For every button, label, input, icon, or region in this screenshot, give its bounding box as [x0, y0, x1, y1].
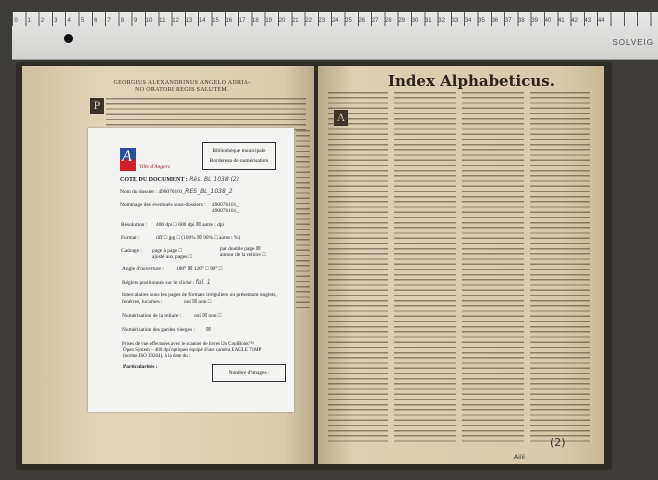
ruler-number: 28 — [385, 18, 392, 24]
digitization-form: A Ville d'Angers Bibliothèque municipale… — [88, 128, 294, 412]
format-options: tiff □ jpg □ (100% ☒ 90% □ autre : %) — [156, 235, 241, 241]
ruler-number: 1 — [27, 18, 31, 24]
index-column-1 — [328, 92, 388, 442]
intercalaires-label-2: fenêtres, lucarnes : — [122, 299, 163, 305]
index-column-2 — [394, 92, 456, 442]
ruler-number: 15 — [212, 18, 219, 24]
ruler-number: 33 — [451, 18, 459, 24]
reliure-label: Numérisation de la reliure : — [122, 313, 182, 319]
drop-cap: P — [90, 98, 104, 114]
letter-heading-line2: NO ORATORI REGIS SALUTEM. — [135, 87, 229, 93]
particularites-label: Particularités : — [123, 364, 158, 370]
form-header-box: Bibliothèque municipale Bordereau de num… — [202, 142, 276, 170]
logo-text: Ville d'Angers — [139, 164, 170, 170]
ruler-number: 35 — [478, 18, 485, 24]
ruler-number: 4 — [67, 18, 71, 24]
ruler-number: 2 — [40, 18, 45, 24]
index-column-4 — [530, 92, 590, 442]
ruler-number: 36 — [491, 18, 499, 24]
form-title: Bordereau de numérisation — [209, 158, 269, 164]
ruler-number: 7 — [107, 18, 111, 24]
ruler-number: 0 — [14, 18, 18, 24]
dossier-value: RES_BL_1038_2 — [185, 188, 233, 195]
gardes-options: ☒ — [206, 327, 211, 333]
ruler-number: 26 — [358, 18, 366, 24]
ruler-number: 13 — [185, 18, 193, 24]
ruler-number: 10 — [145, 18, 153, 24]
ruler-number: 8 — [120, 18, 125, 24]
letter-heading-line1: GEORGIUS ALEXANDRINUS ANGELO ADRIA- — [113, 80, 251, 86]
prises-line-3: (norme ISO 19264), à la date du : — [123, 354, 191, 359]
ruler-number: 44 — [597, 18, 605, 24]
ruler-number: 31 — [424, 18, 432, 24]
angle-label: Angle d'ouverture : — [122, 266, 164, 272]
ruler-number: 5 — [80, 18, 85, 24]
ruler-number: 39 — [531, 18, 539, 24]
ruler-number: 16 — [225, 18, 233, 24]
sous-dossiers-label: Nommage des éventuels sous-dossiers : — [120, 202, 206, 208]
reglets-label: Réglets positionnés sur le cliché : — [122, 280, 195, 286]
reglets-value: fol. 1 — [195, 279, 211, 286]
ruler-number: 43 — [584, 18, 592, 24]
ruler-number: 40 — [544, 18, 552, 24]
cadrage-ajuste: ajusté aux pages □ — [152, 254, 192, 260]
reliure-options: oui ☒ non □ — [194, 313, 222, 319]
nombre-images-box: Nombre d'images : — [212, 364, 286, 382]
angle-options: 180° ☒ 120° □ 90° □ — [176, 266, 223, 272]
ruler: 0 1 2 3 4 5 6 7 8 9 10 11 12 13 14 15 16 17 18 19 20 21 22 23 24… — [12, 12, 658, 60]
right-page: Index Alphabeticus. A Aiiii (2) — [318, 66, 604, 464]
ruler-number: 11 — [159, 18, 166, 24]
ruler-number: 12 — [172, 18, 179, 24]
ruler-number: 24 — [331, 18, 339, 24]
ruler-number: 41 — [557, 18, 565, 24]
ruler-number: 14 — [198, 18, 206, 24]
prises-line-2: Open System – 400 dpi optiques équipé d'… — [123, 348, 262, 353]
cadrage-label: Cadrage : — [121, 248, 142, 254]
cote-label: COTE DU DOCUMENT : — [120, 177, 188, 183]
ruler-brand: SOLVEIG — [612, 38, 654, 47]
letter-text-margin — [296, 130, 310, 310]
gardes-label: Numérisation des gardes vierges : — [122, 327, 195, 333]
ruler-number: 32 — [438, 18, 445, 24]
ruler-number: 22 — [305, 18, 312, 24]
ruler-number: 27 — [371, 18, 379, 24]
dossier-label: Nom du dossier : 490076101_ — [120, 189, 186, 195]
ruler-number: 34 — [464, 18, 472, 24]
ruler-number: 21 — [291, 18, 299, 24]
ruler-number: 6 — [94, 18, 98, 24]
resolution-label: Résolution : — [121, 222, 148, 228]
prises-line-1: Prises de vue effectuées avec le scanner… — [122, 342, 254, 347]
ruler-hole — [64, 34, 73, 43]
sous-dossier-2: 490076101_ — [212, 208, 239, 214]
ruler-number: 9 — [134, 18, 138, 24]
letter-text — [106, 98, 306, 130]
ruler-number: 30 — [411, 18, 419, 24]
cote-value: Rés. BL 1038 (2) — [189, 176, 240, 183]
intercalaires-options: oui ☒ non □ — [184, 299, 212, 305]
index-column-3 — [462, 92, 524, 442]
ruler-number: 20 — [278, 18, 286, 24]
ruler-number: 37 — [504, 18, 512, 24]
index-title: Index Alphabeticus. — [388, 72, 555, 90]
ruler-number: 25 — [345, 18, 352, 24]
ruler-number: 17 — [238, 18, 246, 24]
ruler-number: 42 — [571, 18, 578, 24]
institution: Bibliothèque municipale — [212, 148, 266, 154]
resolution-options: 400 dpi □ 600 dpi ☒ autre : dpi — [156, 222, 224, 228]
intercalaires-label-1: Intercalaires sous les pages de formats … — [122, 292, 277, 298]
format-label: Format : — [121, 235, 140, 241]
ruler-number: 29 — [398, 18, 406, 24]
ruler-number: 18 — [252, 18, 259, 24]
ruler-number: 38 — [518, 18, 525, 24]
angers-logo: A — [120, 148, 136, 171]
handwritten-folio: (2) — [550, 436, 566, 449]
ruler-number: 3 — [54, 18, 58, 24]
ruler-number: 23 — [318, 18, 326, 24]
cadrage-reliure: autour de la reliure □ — [220, 252, 266, 258]
signature-mark: Aiiii — [514, 454, 525, 461]
ruler-number: 19 — [265, 18, 273, 24]
